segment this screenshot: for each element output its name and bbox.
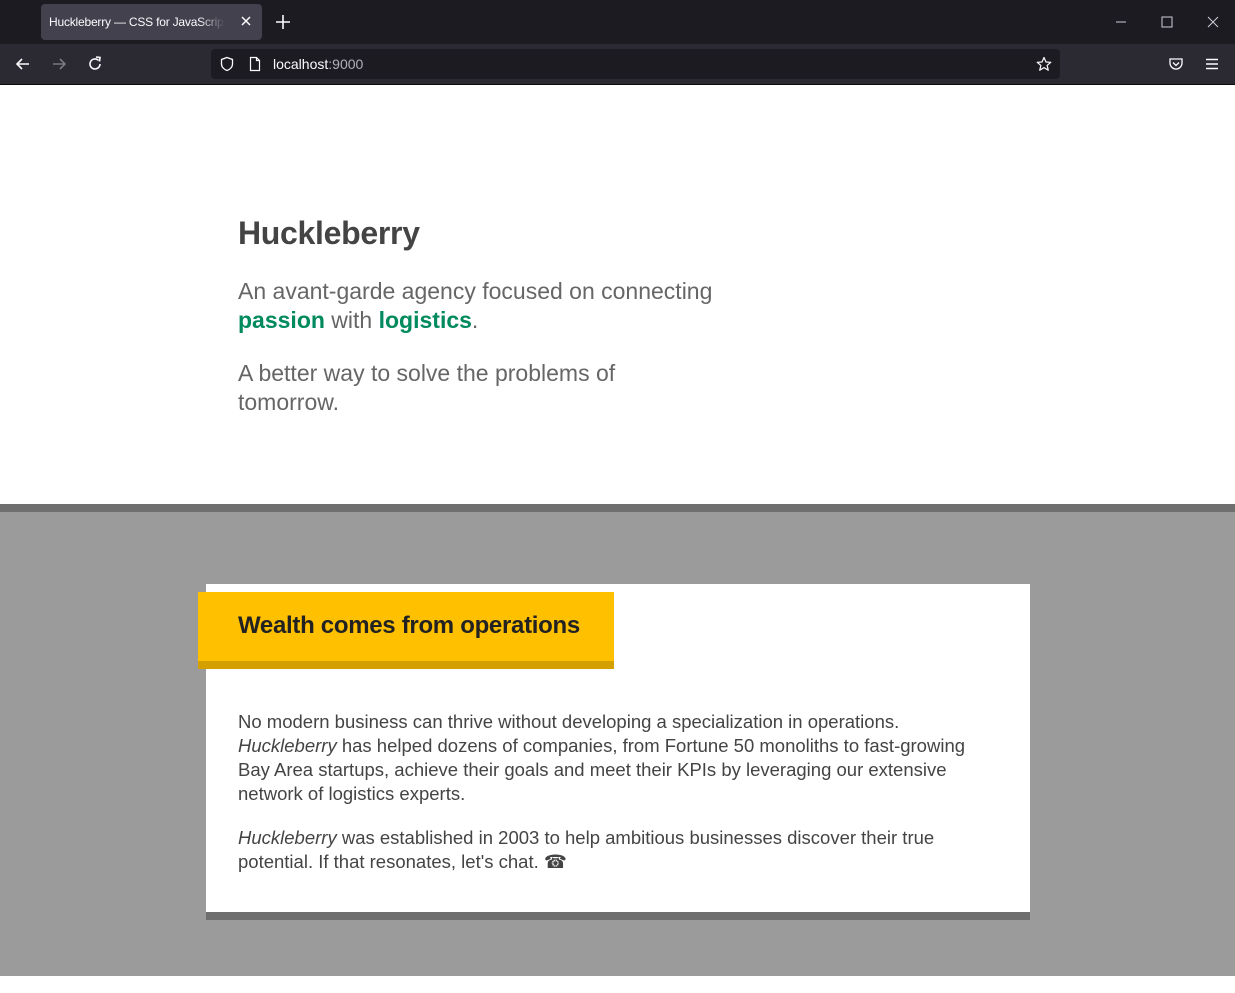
shield-icon[interactable] <box>219 56 235 72</box>
back-icon[interactable] <box>13 54 33 74</box>
address-bar[interactable]: localhost:9000 <box>211 49 1060 79</box>
brand-title: Huckleberry <box>238 215 420 251</box>
banner-heading: Wealth comes from operations <box>238 612 580 639</box>
hero-subtitle: A better way to solve the problems of to… <box>238 360 616 415</box>
pocket-icon[interactable] <box>1168 56 1184 72</box>
p2-brand-em: Huckleberry <box>238 827 337 848</box>
menu-icon[interactable] <box>1204 56 1220 72</box>
minimize-icon[interactable] <box>1113 14 1129 30</box>
url-text[interactable]: localhost:9000 <box>273 56 363 72</box>
page-content: Huckleberry An avant-garde agency focuse… <box>0 85 1235 993</box>
browser-titlebar: Huckleberry — CSS for JavaScript Develop… <box>0 0 1235 44</box>
page-icon[interactable] <box>247 56 263 72</box>
maximize-icon[interactable] <box>1159 14 1175 30</box>
tagline-prefix: An avant-garde agency focused on connect… <box>238 278 713 304</box>
p1-text-a: No modern business can thrive without de… <box>238 711 900 732</box>
tagline-logistics: logistics <box>378 307 472 333</box>
card-paragraph-2: Huckleberry was established in 2003 to h… <box>238 826 988 874</box>
page-bottom <box>0 976 1235 993</box>
bookmark-star-icon[interactable] <box>1036 56 1052 72</box>
hero-section: Huckleberry An avant-garde agency focuse… <box>0 85 1235 504</box>
forward-icon[interactable] <box>49 54 69 74</box>
operations-section: Wealth comes from operations No modern b… <box>0 504 1235 976</box>
browser-navbar: localhost:9000 <box>0 44 1235 85</box>
url-port: :9000 <box>328 56 364 72</box>
operations-card: Wealth comes from operations No modern b… <box>198 584 1030 920</box>
tagline: An avant-garde agency focused on connect… <box>238 277 738 335</box>
p1-text-b: has helped dozens of companies, from For… <box>238 735 966 804</box>
card-banner: Wealth comes from operations <box>198 592 614 669</box>
p2-text: was established in 2003 to help ambitiou… <box>238 827 935 872</box>
close-window-icon[interactable] <box>1205 14 1221 30</box>
tagline-passion: passion <box>238 307 325 333</box>
card-paragraph-1: No modern business can thrive without de… <box>238 710 988 806</box>
url-host: localhost <box>273 56 329 72</box>
close-tab-icon[interactable] <box>238 13 254 29</box>
tagline-middle: with <box>324 307 379 333</box>
tagline-suffix: . <box>471 307 479 333</box>
browser-tab[interactable]: Huckleberry — CSS for JavaScript Develop… <box>41 4 262 40</box>
tab-title: Huckleberry — CSS for JavaScript Develop… <box>49 15 225 29</box>
p1-brand-em: Huckleberry <box>238 735 337 756</box>
new-tab-icon[interactable] <box>274 13 292 31</box>
telephone-icon: ☎ <box>543 851 567 872</box>
reload-icon[interactable] <box>85 54 105 74</box>
